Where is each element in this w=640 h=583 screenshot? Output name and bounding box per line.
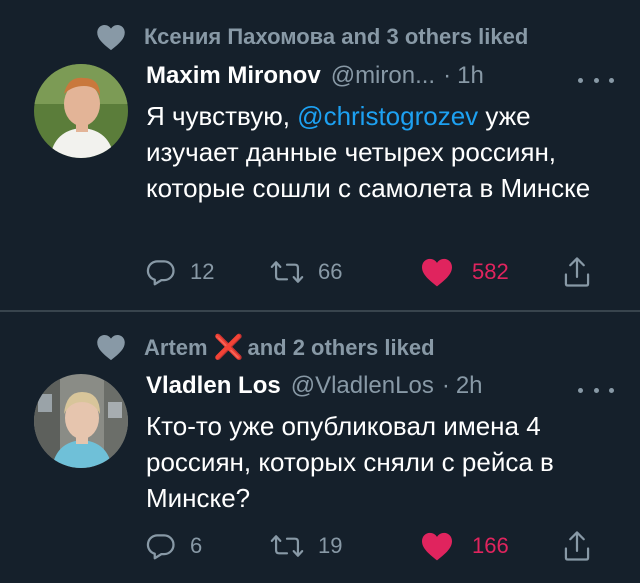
share-button[interactable] bbox=[562, 252, 592, 292]
heart-icon bbox=[96, 333, 126, 361]
reply-count: 12 bbox=[190, 259, 215, 284]
author-handle[interactable]: @VladlenLos bbox=[291, 372, 434, 400]
mention-link[interactable]: @christogrozev bbox=[297, 101, 478, 131]
share-icon bbox=[562, 256, 592, 288]
share-icon bbox=[562, 530, 592, 562]
heart-filled-icon bbox=[420, 531, 454, 561]
retweet-count: 66 bbox=[318, 259, 343, 284]
reply-count: 6 bbox=[190, 533, 203, 558]
retweet-button[interactable]: 19 bbox=[270, 526, 342, 566]
avatar[interactable] bbox=[34, 374, 128, 468]
timestamp[interactable]: 1h bbox=[457, 62, 484, 90]
reply-button[interactable]: 12 bbox=[146, 252, 214, 292]
author-name[interactable]: Vladlen Los bbox=[146, 372, 281, 400]
author-name[interactable]: Maxim Mironov bbox=[146, 62, 321, 90]
retweet-button[interactable]: 66 bbox=[270, 252, 342, 292]
like-count: 582 bbox=[472, 259, 509, 284]
social-context: Artem ❌ and 2 others liked bbox=[96, 332, 435, 362]
timestamp[interactable]: 2h bbox=[456, 372, 483, 400]
tweet[interactable]: Ксения Пахомова and 3 others liked Maxim… bbox=[0, 0, 640, 310]
social-context-name[interactable]: Artem bbox=[144, 335, 208, 360]
more-options-icon[interactable] bbox=[578, 380, 614, 400]
tweet-text-part: Я чувствую, bbox=[146, 101, 298, 131]
social-context: Ксения Пахомова and 3 others liked bbox=[96, 22, 528, 52]
tweet[interactable]: Artem ❌ and 2 others liked Vladlen Los @Vl… bbox=[0, 312, 640, 583]
retweet-icon bbox=[270, 257, 304, 287]
tweet-header: Maxim Mironov @miron... · 1h bbox=[146, 62, 484, 96]
cross-mark-emoji: ❌ bbox=[213, 333, 244, 361]
share-button[interactable] bbox=[562, 526, 592, 566]
tweet-text: Кто-то уже опубликовал имена 4 россиян, … bbox=[146, 411, 554, 513]
separator: · bbox=[441, 372, 450, 399]
avatar[interactable] bbox=[34, 64, 128, 158]
heart-icon bbox=[96, 23, 126, 51]
author-handle[interactable]: @miron... bbox=[331, 62, 435, 90]
tweet-header: Vladlen Los @VladlenLos · 2h bbox=[146, 372, 483, 406]
retweet-icon bbox=[270, 531, 304, 561]
social-context-rest[interactable]: and 2 others liked bbox=[247, 335, 434, 360]
tweet-actions: 6 19 166 bbox=[146, 526, 616, 566]
reply-icon bbox=[146, 257, 176, 287]
social-context-text[interactable]: Ксения Пахомова and 3 others liked bbox=[144, 24, 528, 50]
retweet-count: 19 bbox=[318, 533, 343, 558]
tweet-text: Я чувствую, @christogrozev уже изучает д… bbox=[146, 98, 616, 206]
tweet-actions: 12 66 582 bbox=[146, 252, 616, 292]
like-button[interactable]: 166 bbox=[420, 526, 509, 566]
social-context-text: Artem ❌ and 2 others liked bbox=[144, 333, 435, 362]
heart-filled-icon bbox=[420, 257, 454, 287]
reply-icon bbox=[146, 531, 176, 561]
like-button[interactable]: 582 bbox=[420, 252, 509, 292]
more-options-icon[interactable] bbox=[578, 70, 614, 90]
reply-button[interactable]: 6 bbox=[146, 526, 202, 566]
separator: · bbox=[443, 62, 452, 89]
like-count: 166 bbox=[472, 533, 509, 558]
